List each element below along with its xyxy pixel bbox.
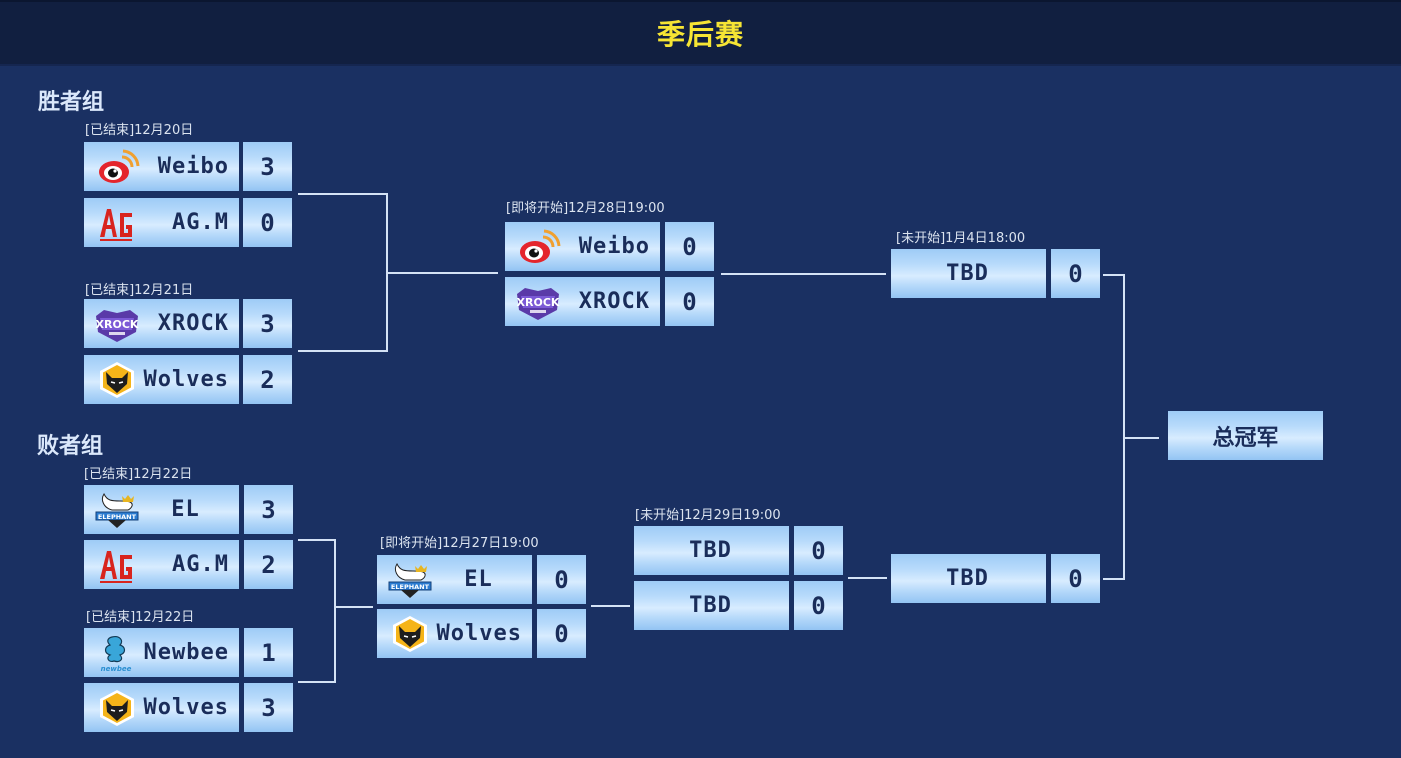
- weibo-logo-icon: [92, 147, 142, 187]
- team-name: XROCK: [578, 289, 650, 314]
- match-status-label: [已结束]12月22日: [86, 610, 195, 625]
- team-score: 3: [243, 142, 292, 191]
- team-score: 3: [244, 485, 293, 534]
- team-row-agm[interactable]: AG.M: [84, 540, 239, 589]
- team-score: 1: [244, 628, 293, 677]
- bracket-connector: [387, 272, 498, 274]
- team-row-el[interactable]: EL: [84, 485, 239, 534]
- match-status-label: [即将开始]12月27日19:00: [380, 536, 539, 551]
- team-row-weibo[interactable]: Weibo: [505, 222, 660, 271]
- team-name: XROCK: [157, 311, 229, 336]
- team-row-wolves[interactable]: Wolves: [84, 683, 239, 732]
- wolves-logo-icon: [92, 688, 142, 728]
- bracket-connector: [298, 350, 387, 352]
- team-row-wolves[interactable]: Wolves: [84, 355, 239, 404]
- bracket-connector: [848, 577, 887, 579]
- team-name: Wolves: [143, 695, 229, 720]
- bracket-connector: [1103, 578, 1124, 580]
- bracket-connector: [591, 605, 630, 607]
- team-score: 0: [537, 555, 586, 604]
- team-score: 0: [1051, 554, 1100, 603]
- team-score: 0: [243, 198, 292, 247]
- team-row-agm[interactable]: AG.M: [84, 198, 239, 247]
- team-name: Wolves: [436, 621, 522, 646]
- bracket-connector: [298, 681, 335, 683]
- weibo-logo-icon: [513, 227, 563, 267]
- team-score: 3: [244, 683, 293, 732]
- winners-group-title: 胜者组: [38, 90, 105, 115]
- team-score: 0: [1051, 249, 1100, 298]
- team-score: 2: [243, 355, 292, 404]
- champion-box: 总冠军: [1168, 411, 1323, 460]
- team-row-xrock[interactable]: XROCK: [84, 299, 239, 348]
- wolves-logo-icon: [385, 614, 435, 654]
- team-name: EL: [171, 497, 200, 522]
- team-row-el[interactable]: EL: [377, 555, 532, 604]
- team-row-newbee[interactable]: Newbee: [84, 628, 239, 677]
- team-row-wolves[interactable]: Wolves: [377, 609, 532, 658]
- xrock-logo-icon: [513, 282, 563, 322]
- team-score: 0: [665, 277, 714, 326]
- team-name: AG.M: [172, 552, 229, 577]
- team-name: TBD: [689, 593, 732, 618]
- team-name: Wolves: [143, 367, 229, 392]
- team-row-tbd[interactable]: TBD: [634, 526, 789, 575]
- team-row-tbd[interactable]: TBD: [634, 581, 789, 630]
- bracket-connector: [335, 606, 373, 608]
- ag-logo-icon: [92, 203, 142, 243]
- elephant-logo-icon: [385, 560, 435, 600]
- team-row-tbd[interactable]: TBD: [891, 554, 1046, 603]
- match-status-label: [已结束]12月22日: [84, 467, 193, 482]
- team-name: Weibo: [578, 234, 650, 259]
- team-name: AG.M: [172, 210, 229, 235]
- team-name: TBD: [689, 538, 732, 563]
- match-status-label: [未开始]12月29日19:00: [635, 508, 781, 523]
- page-title: 季后赛: [656, 18, 744, 51]
- match-status-label: [已结束]12月21日: [85, 283, 194, 298]
- bracket-connector: [1103, 274, 1124, 276]
- team-score: 0: [794, 526, 843, 575]
- header-bar: 季后赛: [0, 0, 1401, 66]
- team-name: Weibo: [157, 154, 229, 179]
- team-row-xrock[interactable]: XROCK: [505, 277, 660, 326]
- team-name: TBD: [946, 261, 989, 286]
- team-name: EL: [464, 567, 493, 592]
- xrock-logo-icon: [92, 304, 142, 344]
- team-score: 0: [537, 609, 586, 658]
- bracket-connector: [721, 273, 886, 275]
- newbee-logo-icon: [92, 633, 142, 673]
- team-row-weibo[interactable]: Weibo: [84, 142, 239, 191]
- bracket-connector: [298, 193, 387, 195]
- team-row-tbd[interactable]: TBD: [891, 249, 1046, 298]
- team-score: 2: [244, 540, 293, 589]
- match-status-label: [未开始]1月4日18:00: [896, 231, 1026, 246]
- bracket-connector: [334, 539, 336, 683]
- wolves-logo-icon: [92, 360, 142, 400]
- match-status-label: [即将开始]12月28日19:00: [506, 201, 665, 216]
- losers-group-title: 败者组: [37, 434, 104, 459]
- bracket-connector: [298, 539, 335, 541]
- bracket-connector: [1124, 437, 1159, 439]
- team-name: TBD: [946, 566, 989, 591]
- team-score: 0: [794, 581, 843, 630]
- team-score: 3: [243, 299, 292, 348]
- ag-logo-icon: [92, 545, 142, 585]
- match-status-label: [已结束]12月20日: [85, 123, 194, 138]
- team-name: Newbee: [143, 640, 229, 665]
- bracket-connector: [1123, 274, 1125, 580]
- elephant-logo-icon: [92, 490, 142, 530]
- team-score: 0: [665, 222, 714, 271]
